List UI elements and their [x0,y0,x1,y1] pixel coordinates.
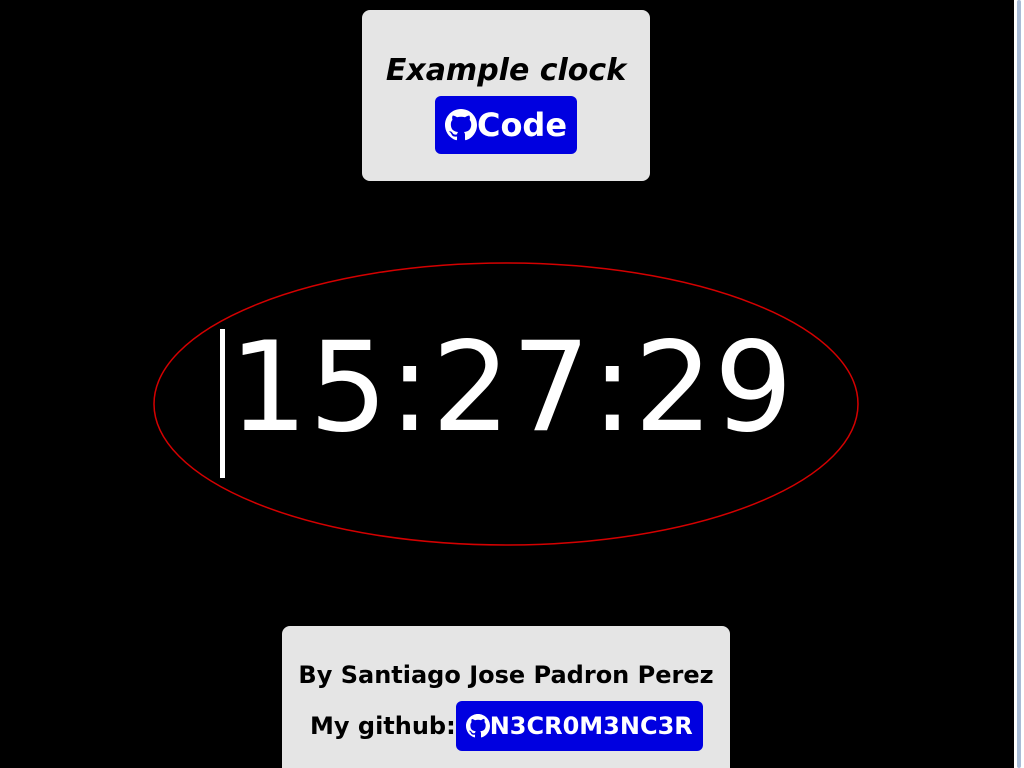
github-row: My github: N3CR0M3NC3R [310,701,703,751]
clock-display: 15:27:29 [153,262,859,546]
text-caret [220,329,225,478]
scrollbar-thumb[interactable] [1017,0,1021,768]
github-icon [465,714,490,738]
header-card: Example clock Code [362,10,650,181]
github-icon [444,109,477,141]
code-button[interactable]: Code [435,96,577,154]
github-profile-button[interactable]: N3CR0M3NC3R [455,701,703,751]
clock-time: 15:27:29 [229,316,794,460]
code-button-label: Code [476,106,568,144]
page-title: Example clock [385,53,627,88]
page: Example clock Code 15:27:29 By Santiago … [0,0,1024,768]
footer-card: By Santiago Jose Padron Perez My github:… [282,626,730,768]
github-label: My github: [310,712,456,740]
author-text: By Santiago Jose Padron Perez [298,661,714,689]
github-username: N3CR0M3NC3R [489,712,693,740]
scrollbar[interactable] [1014,0,1024,768]
